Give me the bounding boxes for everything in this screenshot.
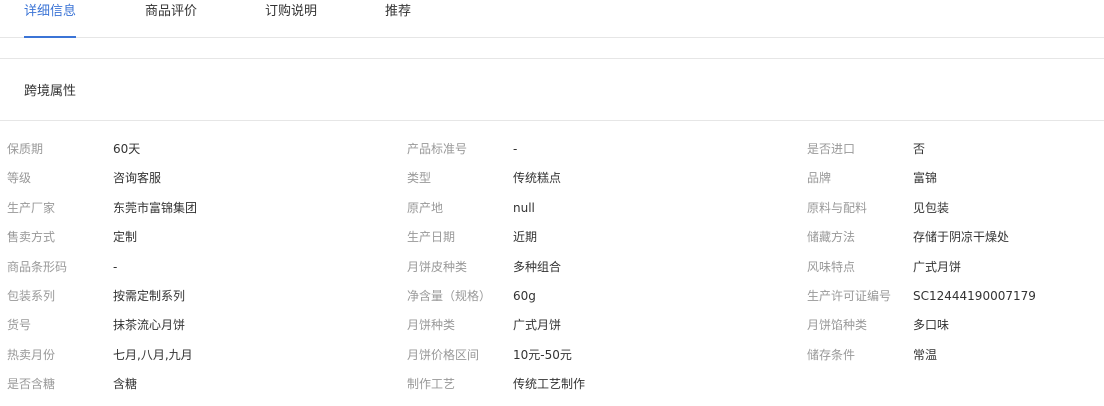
attribute-row: 售卖方式 定制 生产日期 近期 储藏方法 存储于阴凉干燥处 bbox=[0, 229, 1104, 258]
attr-key: 货号 bbox=[7, 318, 32, 333]
attr-value: - bbox=[513, 142, 518, 156]
attr-key: 月饼价格区间 bbox=[407, 347, 480, 362]
attr-key: 原料与配料 bbox=[807, 200, 868, 215]
attr-value: 常温 bbox=[913, 347, 938, 362]
attr-key: 储藏方法 bbox=[807, 230, 856, 245]
attr-key: 热卖月份 bbox=[7, 347, 56, 362]
attribute-row: 是否含糖 含糖 制作工艺 传统工艺制作 bbox=[0, 376, 1104, 405]
attr-value: 否 bbox=[913, 142, 926, 156]
attr-key: 品牌 bbox=[807, 171, 832, 186]
attr-value: 存储于阴凉干燥处 bbox=[913, 230, 1010, 245]
attribute-row: 保质期 60天 产品标准号 - 是否进口 否 bbox=[0, 141, 1104, 170]
attr-key: 月饼种类 bbox=[407, 318, 456, 333]
attr-value: 60g bbox=[513, 288, 536, 303]
attr-key: 售卖方式 bbox=[7, 230, 56, 245]
attr-value: 多口味 bbox=[913, 318, 950, 333]
tab-details[interactable]: 详细信息 bbox=[24, 0, 77, 38]
attr-key: 制作工艺 bbox=[407, 377, 456, 392]
section-title: 跨境属性 bbox=[24, 84, 77, 99]
tab-reviews[interactable]: 商品评价 bbox=[145, 0, 197, 37]
attr-value: - bbox=[113, 259, 118, 274]
attr-value: 传统工艺制作 bbox=[513, 377, 586, 392]
attr-value: 广式月饼 bbox=[913, 259, 962, 274]
section-header: 跨境属性 bbox=[0, 59, 1104, 121]
attribute-row: 商品条形码 - 月饼皮种类 多种组合 风味特点 广式月饼 bbox=[0, 259, 1104, 288]
attr-key: 等级 bbox=[7, 171, 32, 186]
attr-key: 月饼皮种类 bbox=[407, 259, 468, 274]
attr-key: 储存条件 bbox=[807, 347, 856, 362]
attr-key: 生产许可证编号 bbox=[807, 288, 892, 303]
attr-key: 原产地 bbox=[407, 200, 444, 215]
attribute-grid: 保质期 60天 产品标准号 - 是否进口 否 等级 咨询客服 类型 传统糕点 品… bbox=[0, 121, 1104, 406]
attribute-row: 生产厂家 东莞市富锦集团 原产地 null 原料与配料 见包装 bbox=[0, 200, 1104, 229]
attr-key: 保质期 bbox=[7, 142, 44, 156]
attr-key: 是否含糖 bbox=[7, 377, 56, 392]
tab-bar: 详细信息 商品评价 订购说明 推荐 bbox=[0, 0, 1104, 38]
attr-key: 是否进口 bbox=[807, 142, 856, 156]
attr-value: 60天 bbox=[113, 142, 141, 156]
attr-value: 含糖 bbox=[113, 377, 138, 392]
attr-value: 咨询客服 bbox=[113, 171, 162, 186]
attr-value: 富锦 bbox=[913, 171, 938, 186]
attr-key: 生产厂家 bbox=[7, 200, 56, 215]
attr-value: 传统糕点 bbox=[513, 171, 562, 186]
attr-value: 10元-50元 bbox=[513, 347, 572, 362]
attr-key: 生产日期 bbox=[407, 230, 456, 245]
attr-value: SC12444190007179 bbox=[913, 288, 1036, 303]
attr-key: 产品标准号 bbox=[407, 142, 468, 156]
attr-value: 近期 bbox=[513, 230, 538, 245]
attr-value: null bbox=[513, 200, 535, 215]
attribute-row: 包装系列 按需定制系列 净含量（规格） 60g 生产许可证编号 SC124441… bbox=[0, 288, 1104, 317]
attribute-row: 货号 抹茶流心月饼 月饼种类 广式月饼 月饼馅种类 多口味 bbox=[0, 317, 1104, 346]
tab-recommend[interactable]: 推荐 bbox=[385, 0, 411, 37]
attr-key: 净含量（规格） bbox=[407, 288, 492, 303]
attribute-row: 等级 咨询客服 类型 传统糕点 品牌 富锦 bbox=[0, 170, 1104, 199]
attr-key: 包装系列 bbox=[7, 288, 56, 303]
divider bbox=[0, 38, 1104, 59]
attr-value: 定制 bbox=[113, 230, 138, 245]
attr-key: 风味特点 bbox=[807, 259, 856, 274]
tab-order-info[interactable]: 订购说明 bbox=[265, 0, 317, 37]
attr-key: 商品条形码 bbox=[7, 259, 68, 274]
attribute-row: 热卖月份 七月,八月,九月 月饼价格区间 10元-50元 储存条件 常温 bbox=[0, 347, 1104, 376]
attr-value: 抹茶流心月饼 bbox=[113, 318, 186, 333]
attr-value: 东莞市富锦集团 bbox=[113, 200, 198, 215]
attr-value: 广式月饼 bbox=[513, 318, 562, 333]
attr-key: 类型 bbox=[407, 171, 432, 186]
attr-value: 七月,八月,九月 bbox=[113, 347, 193, 362]
attr-key: 月饼馅种类 bbox=[807, 318, 868, 333]
attr-value: 按需定制系列 bbox=[113, 288, 186, 303]
attr-value: 多种组合 bbox=[513, 259, 562, 274]
attr-value: 见包装 bbox=[913, 200, 950, 215]
